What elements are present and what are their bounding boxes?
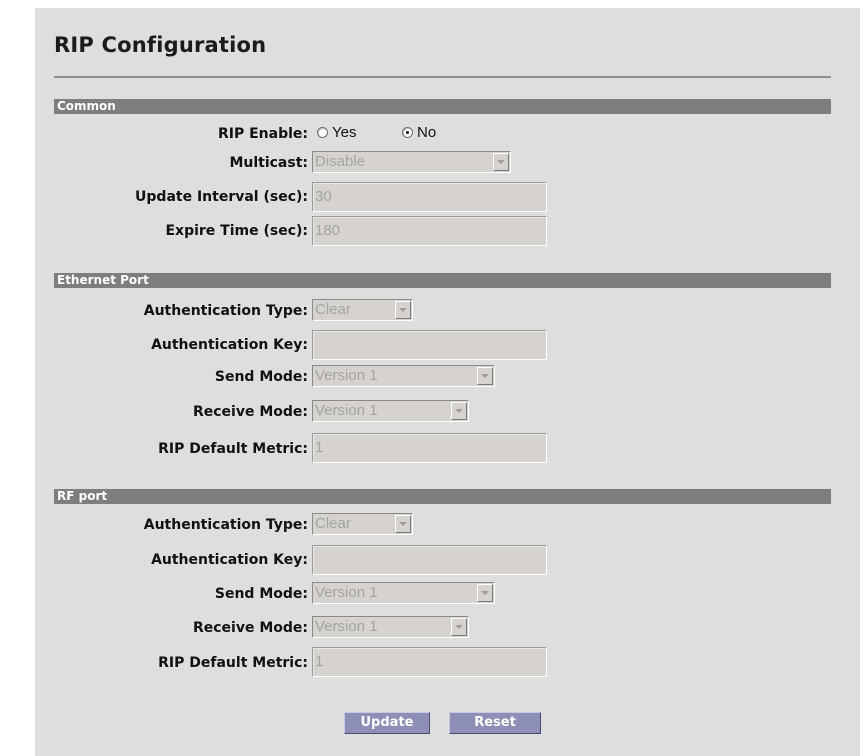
update-interval-label: Update Interval (sec): bbox=[135, 189, 308, 205]
rf-auth-type-value: Clear bbox=[315, 515, 351, 532]
rf-send-mode-label: Send Mode: bbox=[214, 586, 308, 602]
eth-auth-key-input[interactable] bbox=[312, 330, 547, 360]
multicast-label: Multicast: bbox=[229, 155, 308, 171]
eth-receive-mode-label: Receive Mode: bbox=[192, 404, 308, 420]
chevron-down-icon bbox=[451, 402, 467, 420]
expire-time-label: Expire Time (sec): bbox=[165, 223, 308, 239]
rf-auth-key-input[interactable] bbox=[312, 545, 547, 575]
eth-auth-type-label: Authentication Type: bbox=[143, 303, 308, 319]
eth-default-metric-input[interactable]: 1 bbox=[312, 433, 547, 463]
rf-default-metric-label: RIP Default Metric: bbox=[158, 655, 308, 671]
rf-receive-mode-label: Receive Mode: bbox=[192, 620, 308, 636]
update-interval-input[interactable]: 30 bbox=[312, 182, 547, 212]
chevron-down-icon bbox=[395, 515, 411, 533]
chevron-down-icon bbox=[395, 301, 411, 319]
eth-receive-mode-select[interactable]: Version 1 bbox=[312, 400, 469, 422]
content-panel: RIP Configuration Common RIP Enable: Yes… bbox=[35, 8, 860, 756]
expire-time-input[interactable]: 180 bbox=[312, 216, 547, 246]
section-header-ethernet: Ethernet Port bbox=[54, 273, 831, 288]
rf-auth-key-label: Authentication Key: bbox=[151, 552, 308, 568]
eth-send-mode-label: Send Mode: bbox=[214, 369, 308, 385]
rf-default-metric-input[interactable]: 1 bbox=[312, 647, 547, 677]
eth-auth-type-select[interactable]: Clear bbox=[312, 299, 413, 321]
rf-receive-mode-value: Version 1 bbox=[315, 618, 378, 635]
update-button[interactable]: Update bbox=[344, 712, 430, 734]
chevron-down-icon bbox=[477, 367, 493, 385]
rf-auth-type-select[interactable]: Clear bbox=[312, 513, 413, 535]
section-header-rf: RF port bbox=[54, 489, 831, 504]
title-divider bbox=[54, 76, 831, 78]
rip-enable-label: RIP Enable: bbox=[217, 126, 308, 142]
reset-button[interactable]: Reset bbox=[449, 712, 541, 734]
rf-receive-mode-select[interactable]: Version 1 bbox=[312, 616, 469, 638]
rf-auth-type-label: Authentication Type: bbox=[143, 517, 308, 533]
eth-auth-key-label: Authentication Key: bbox=[151, 337, 308, 353]
rip-enable-no-label: No bbox=[417, 124, 437, 141]
eth-receive-mode-value: Version 1 bbox=[315, 402, 378, 419]
rip-enable-yes-label: Yes bbox=[332, 124, 357, 141]
rf-send-mode-select[interactable]: Version 1 bbox=[312, 582, 495, 604]
eth-default-metric-label: RIP Default Metric: bbox=[158, 441, 308, 457]
eth-auth-type-value: Clear bbox=[315, 301, 351, 318]
chevron-down-icon bbox=[477, 584, 493, 602]
chevron-down-icon bbox=[451, 618, 467, 636]
eth-send-mode-value: Version 1 bbox=[315, 367, 378, 384]
chevron-down-icon bbox=[493, 153, 509, 171]
eth-send-mode-select[interactable]: Version 1 bbox=[312, 365, 495, 387]
multicast-select[interactable]: Disable bbox=[312, 151, 511, 173]
multicast-value: Disable bbox=[315, 153, 366, 170]
rip-enable-no-radio[interactable] bbox=[402, 127, 413, 138]
rip-enable-yes-radio[interactable] bbox=[317, 127, 328, 138]
section-header-common: Common bbox=[54, 99, 831, 114]
page-title: RIP Configuration bbox=[54, 33, 267, 57]
rf-send-mode-value: Version 1 bbox=[315, 584, 378, 601]
